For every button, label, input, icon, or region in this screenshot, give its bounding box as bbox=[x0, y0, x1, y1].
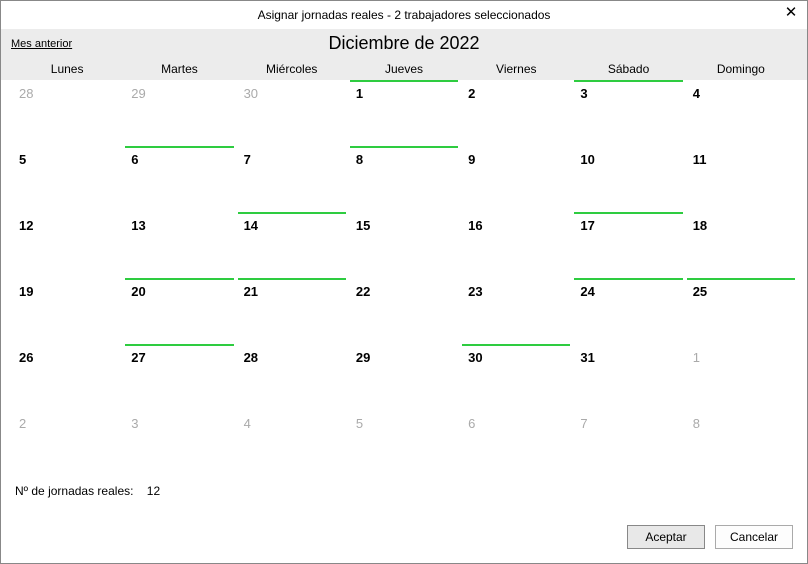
calendar-day[interactable]: 30 bbox=[460, 344, 572, 410]
calendar-day[interactable]: 4 bbox=[685, 80, 797, 146]
calendar-day[interactable]: 28 bbox=[11, 80, 123, 146]
dialog-actions: Aceptar Cancelar bbox=[1, 515, 807, 563]
cancel-button[interactable]: Cancelar bbox=[715, 525, 793, 549]
day-header: Lunes bbox=[11, 58, 123, 80]
calendar-day[interactable]: 31 bbox=[572, 344, 684, 410]
day-header-row: LunesMartesMiércolesJuevesViernesSábadoD… bbox=[1, 58, 807, 80]
calendar-day[interactable]: 1 bbox=[348, 80, 460, 146]
prev-month-link[interactable]: Mes anterior bbox=[11, 38, 72, 50]
summary-label: Nº de jornadas reales: bbox=[15, 484, 133, 498]
calendar-day[interactable]: 7 bbox=[236, 146, 348, 212]
calendar-day[interactable]: 13 bbox=[123, 212, 235, 278]
calendar-day[interactable]: 26 bbox=[11, 344, 123, 410]
calendar-day[interactable]: 15 bbox=[348, 212, 460, 278]
calendar-day[interactable]: 4 bbox=[236, 410, 348, 476]
calendar-day[interactable]: 14 bbox=[236, 212, 348, 278]
calendar-day[interactable]: 25 bbox=[685, 278, 797, 344]
calendar-day[interactable]: 9 bbox=[460, 146, 572, 212]
calendar-day[interactable]: 19 bbox=[11, 278, 123, 344]
calendar-day[interactable]: 2 bbox=[11, 410, 123, 476]
calendar-day[interactable]: 23 bbox=[460, 278, 572, 344]
footer-summary: Nº de jornadas reales: 12 bbox=[1, 476, 807, 498]
calendar-grid: 2829301234567891011121314151617181920212… bbox=[1, 80, 807, 476]
calendar-day[interactable]: 29 bbox=[348, 344, 460, 410]
title-bar: Asignar jornadas reales - 2 trabajadores… bbox=[1, 1, 807, 29]
calendar-day[interactable]: 11 bbox=[685, 146, 797, 212]
accept-button[interactable]: Aceptar bbox=[627, 525, 705, 549]
calendar-day[interactable]: 20 bbox=[123, 278, 235, 344]
calendar-day[interactable]: 6 bbox=[123, 146, 235, 212]
calendar-day[interactable]: 28 bbox=[236, 344, 348, 410]
calendar-day[interactable]: 8 bbox=[685, 410, 797, 476]
calendar-day[interactable]: 29 bbox=[123, 80, 235, 146]
calendar-day[interactable]: 2 bbox=[460, 80, 572, 146]
day-header: Domingo bbox=[685, 58, 797, 80]
calendar-day[interactable]: 16 bbox=[460, 212, 572, 278]
day-header: Miércoles bbox=[236, 58, 348, 80]
calendar-day[interactable]: 7 bbox=[572, 410, 684, 476]
calendar-day[interactable]: 10 bbox=[572, 146, 684, 212]
day-header: Viernes bbox=[460, 58, 572, 80]
close-icon[interactable]: ✕ bbox=[781, 3, 801, 23]
calendar-day[interactable]: 8 bbox=[348, 146, 460, 212]
calendar-day[interactable]: 30 bbox=[236, 80, 348, 146]
calendar-day[interactable]: 1 bbox=[685, 344, 797, 410]
calendar-day[interactable]: 22 bbox=[348, 278, 460, 344]
calendar-day[interactable]: 5 bbox=[348, 410, 460, 476]
summary-value: 12 bbox=[147, 484, 160, 498]
calendar-day[interactable]: 6 bbox=[460, 410, 572, 476]
calendar-day[interactable]: 17 bbox=[572, 212, 684, 278]
dialog-title: Asignar jornadas reales - 2 trabajadores… bbox=[258, 8, 551, 22]
calendar-day[interactable]: 12 bbox=[11, 212, 123, 278]
calendar-day[interactable]: 18 bbox=[685, 212, 797, 278]
day-header: Martes bbox=[123, 58, 235, 80]
calendar-day[interactable]: 3 bbox=[123, 410, 235, 476]
month-bar: Mes anterior Diciembre de 2022 bbox=[1, 29, 807, 58]
calendar-day[interactable]: 5 bbox=[11, 146, 123, 212]
day-header: Sábado bbox=[572, 58, 684, 80]
day-header: Jueves bbox=[348, 58, 460, 80]
month-title: Diciembre de 2022 bbox=[328, 33, 479, 54]
calendar-day[interactable]: 21 bbox=[236, 278, 348, 344]
calendar-day[interactable]: 27 bbox=[123, 344, 235, 410]
calendar-day[interactable]: 3 bbox=[572, 80, 684, 146]
calendar-day[interactable]: 24 bbox=[572, 278, 684, 344]
